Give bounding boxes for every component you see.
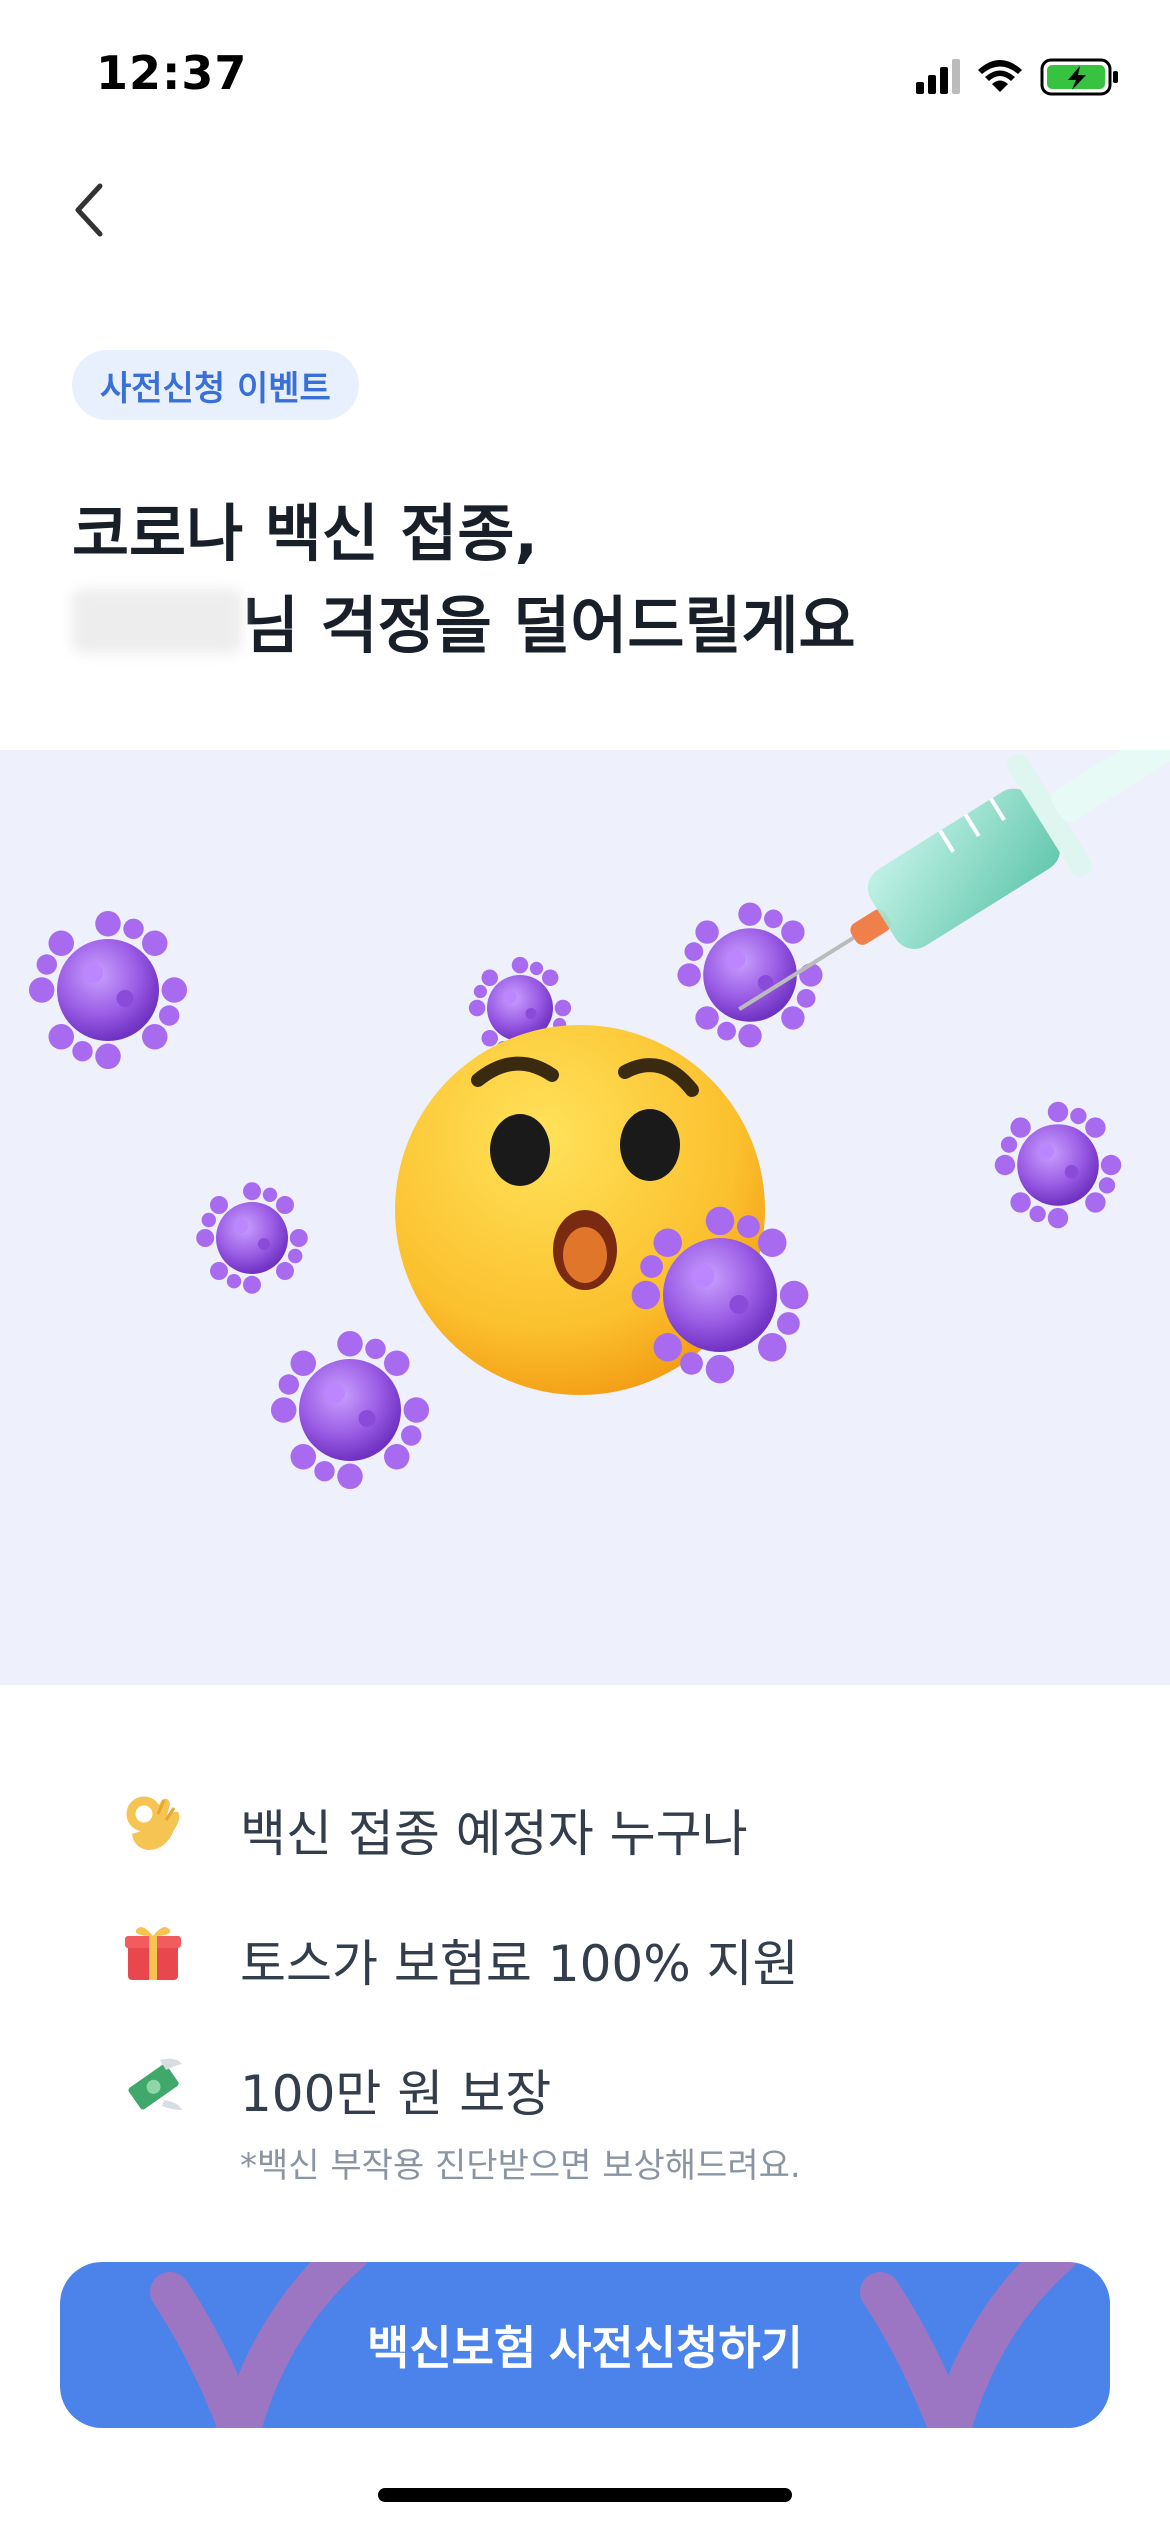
feature-list: 백신 접종 예정자 누구나 토스가 보험료 100% 지원 100만 원 보장 … xyxy=(120,1790,1100,2186)
checkmark-scribble-icon xyxy=(150,2262,368,2428)
back-button[interactable] xyxy=(40,160,140,260)
title-line-1: 코로나 백신 접종, xyxy=(72,497,539,570)
status-bar: 12:37 xyxy=(0,0,1170,140)
virus-icon xyxy=(196,1182,308,1294)
hero-illustration xyxy=(0,750,1170,1685)
feature-item: 100만 원 보장 *백신 부작용 진단받으면 보상해드려요. xyxy=(120,2050,1100,2186)
page-title: 코로나 백신 접종, 님 걱정을 덜어드릴게요 xyxy=(72,488,856,672)
money-wings-icon xyxy=(120,2050,186,2116)
syringe-icon xyxy=(738,750,1170,1011)
virus-icon xyxy=(677,902,823,1048)
cellular-signal-icon xyxy=(916,59,960,94)
redacted-username xyxy=(72,589,242,653)
feature-item: 백신 접종 예정자 누구나 xyxy=(120,1790,1100,1920)
virus-icon xyxy=(994,1101,1122,1229)
virus-icon xyxy=(270,1330,430,1490)
ok-hand-icon xyxy=(120,1790,186,1856)
event-badge: 사전신청 이벤트 xyxy=(72,350,359,420)
feature-label: 토스가 보험료 100% 지원 xyxy=(240,1935,799,1993)
status-icons xyxy=(910,52,1130,102)
title-line-2: 님 걱정을 덜어드릴게요 xyxy=(72,580,856,672)
battery-charging-icon xyxy=(1040,58,1118,96)
wifi-icon xyxy=(978,60,1022,92)
virus-icon xyxy=(28,910,188,1070)
feature-label: 백신 접종 예정자 누구나 xyxy=(240,1805,748,1863)
feature-label: 100만 원 보장 xyxy=(240,2065,552,2123)
status-time: 12:37 xyxy=(96,46,248,100)
feature-note: *백신 부작용 진단받으면 보상해드려요. xyxy=(240,2146,801,2186)
checkmark-scribble-icon xyxy=(860,2262,1078,2428)
apply-button-label: 백신보험 사전신청하기 xyxy=(367,2322,803,2374)
home-indicator[interactable] xyxy=(378,2488,792,2502)
chevron-left-icon xyxy=(75,183,103,237)
virus-icon xyxy=(631,1206,809,1384)
gift-icon xyxy=(120,1920,186,1986)
title-line-2-text: 님 걱정을 덜어드릴게요 xyxy=(242,589,856,662)
feature-item: 토스가 보험료 100% 지원 xyxy=(120,1920,1100,2050)
apply-button[interactable]: 백신보험 사전신청하기 xyxy=(60,2262,1110,2428)
